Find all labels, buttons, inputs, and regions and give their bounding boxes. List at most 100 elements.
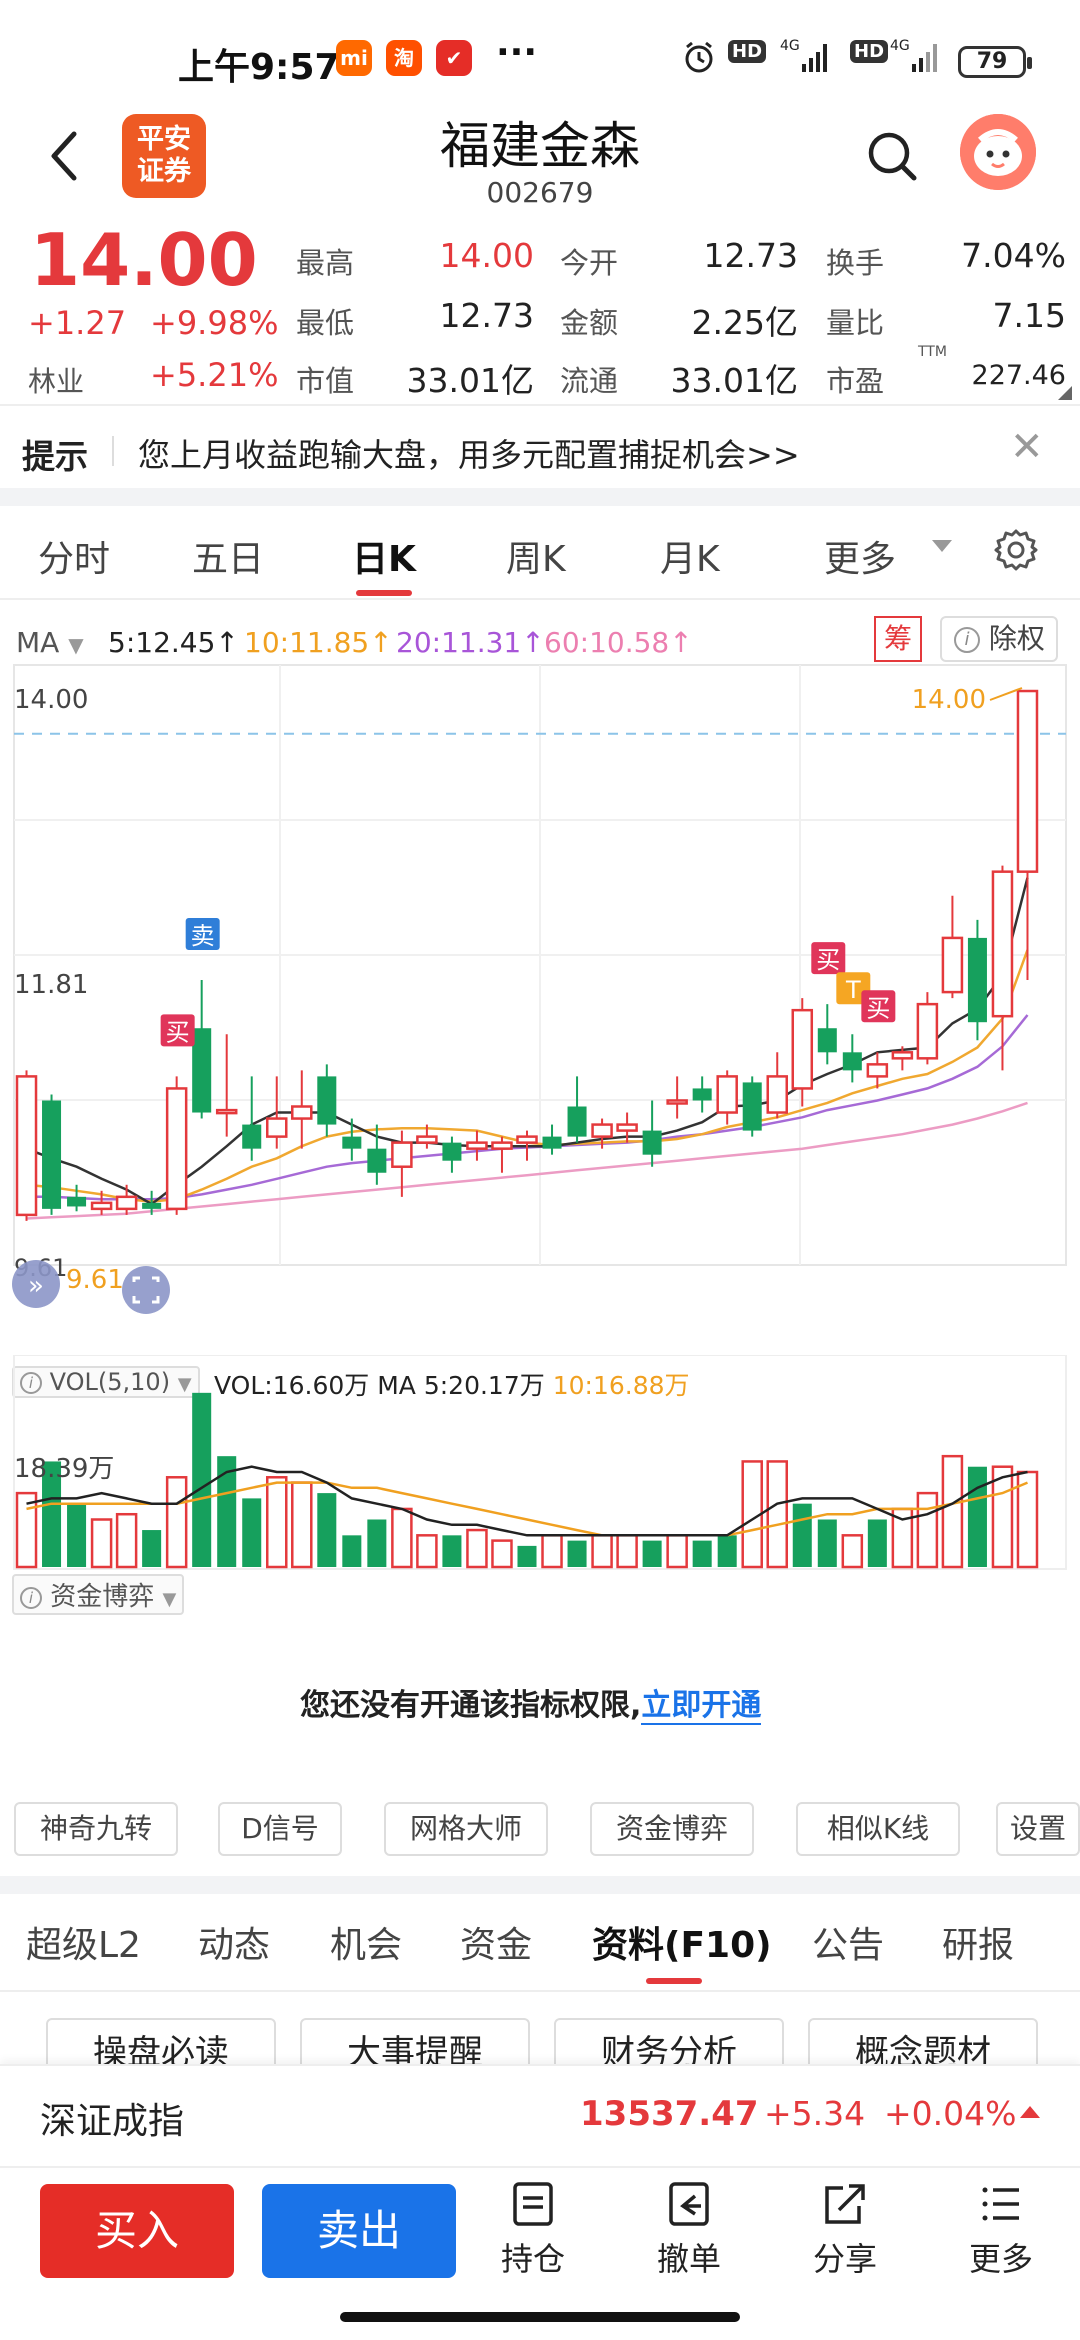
volume-bar [841, 1534, 864, 1569]
stock-code: 002679 [486, 176, 594, 209]
tab-news[interactable]: 动态 [198, 1916, 270, 1968]
chip-distribution-button[interactable]: 筹 [874, 616, 922, 662]
candle-body [991, 870, 1014, 1018]
pe-ttm-superscript: TTM [918, 344, 947, 360]
tab-super-l2[interactable]: 超级L2 [26, 1916, 141, 1968]
tab-monthly-k[interactable]: 月K [660, 530, 720, 582]
index-change-percent: +0.04% [884, 2094, 1017, 2133]
position-icon [513, 2182, 553, 2226]
tab-funds[interactable]: 资金 [460, 1916, 532, 1968]
nav-share[interactable]: 分享 [790, 2180, 900, 2280]
indicator-button-d-signal[interactable]: D信号 [218, 1802, 342, 1856]
hd-icon-2: HD [850, 40, 889, 63]
fund-game-selector[interactable]: i 资金博弈 ▼ [12, 1574, 185, 1615]
sector-change-percent: +5.21% [150, 356, 279, 394]
candlestick-chart[interactable]: 买卖买T买14.0011.819.6114.009.61»2025/09/022… [0, 660, 1080, 1320]
tip-separator [112, 436, 114, 466]
alarm-icon [682, 40, 716, 80]
buy-button[interactable]: 买入 [40, 2184, 234, 2278]
sell-button[interactable]: 卖出 [262, 2184, 456, 2278]
stat-label-float-cap: 流通 [560, 364, 619, 398]
search-icon[interactable] [864, 128, 920, 184]
volume-bar [67, 1503, 87, 1567]
battery-icon: 79 [958, 46, 1032, 78]
candle-body [766, 1075, 789, 1114]
ex-rights-button[interactable]: i 除权 [940, 616, 1058, 662]
candle-body [591, 1123, 613, 1138]
chevron-down-icon[interactable] [932, 540, 952, 552]
chevron-up-icon[interactable] [1020, 2106, 1040, 2118]
nav-cancel-order[interactable]: 撤单 [634, 2180, 744, 2280]
indicator-button-settings[interactable]: 设置 [996, 1802, 1080, 1856]
cancel-order-icon [669, 2182, 709, 2226]
nav-positions[interactable]: 持仓 [478, 2180, 588, 2280]
mi-app-icon: mi [336, 40, 372, 76]
volume-bar [466, 1528, 488, 1569]
candle-body [265, 1117, 288, 1138]
stat-label-high: 最高 [296, 246, 355, 280]
ma20-value: 20:11.31↑ [396, 626, 545, 659]
back-arrow-icon[interactable] [40, 126, 90, 186]
candle-body [742, 1082, 762, 1131]
candle-body [317, 1076, 337, 1125]
activate-link[interactable]: 立即开通 [641, 1688, 762, 1725]
active-tab-indicator [356, 590, 412, 596]
signal-label: 买 [166, 1018, 190, 1046]
volume-bar [642, 1540, 662, 1567]
indicator-button-grid-master[interactable]: 网格大师 [384, 1802, 548, 1856]
indicator-button-similar-k[interactable]: 相似K线 [796, 1802, 960, 1856]
stat-value-open: 12.73 [703, 236, 798, 275]
candle-body [342, 1136, 362, 1149]
close-icon[interactable]: ✕ [1010, 424, 1044, 470]
fund-game-title: 资金博弈 [50, 1582, 155, 1612]
nav-share-label: 分享 [812, 2240, 877, 2278]
tip-text[interactable]: 您上月收益跑输大盘，用多元配置捕捉机会>> [138, 430, 800, 476]
candle-body [916, 1002, 939, 1060]
assistant-avatar[interactable] [960, 114, 1036, 190]
indicator-button-jiuzhuan[interactable]: 神奇九转 [14, 1802, 178, 1856]
candle-body [42, 1100, 62, 1209]
price-change: +1.27 [28, 304, 127, 342]
tab-weekly-k[interactable]: 周K [506, 530, 566, 582]
tab-opportunity[interactable]: 机会 [330, 1916, 402, 1968]
signal-icon: 4G [780, 36, 830, 82]
candle-body [866, 1063, 889, 1078]
volume-bar [517, 1545, 537, 1567]
nav-cancel-order-label: 撤单 [656, 2240, 721, 2278]
tab-five-day[interactable]: 五日 [192, 530, 264, 582]
ma-label[interactable]: MA ▼ [16, 626, 84, 659]
volume-bar [491, 1539, 513, 1569]
tab-daily-k[interactable]: 日K [352, 530, 416, 582]
volume-bar [616, 1534, 638, 1569]
share-icon [825, 2184, 865, 2224]
indicator-button-fund-game[interactable]: 资金博弈 [590, 1802, 754, 1856]
volume-chart[interactable]: 18.39万 [0, 1355, 1080, 1575]
candle-body [941, 936, 964, 994]
index-change: +5.34 [764, 2094, 866, 2133]
volume-bar [291, 1481, 313, 1569]
candle-body [666, 1099, 688, 1105]
candle-body [142, 1202, 162, 1209]
tab-fenshi[interactable]: 分时 [38, 530, 110, 582]
volume-bar [591, 1534, 613, 1569]
tab-research[interactable]: 研报 [942, 1916, 1014, 1968]
more-menu-icon [982, 2187, 1019, 2221]
taobao-app-icon: 淘 [386, 40, 422, 76]
nav-more[interactable]: 更多 [946, 2180, 1056, 2280]
gear-icon[interactable] [994, 528, 1038, 572]
candle-body [516, 1135, 538, 1144]
price-change-percent: +9.98% [150, 304, 279, 342]
candle-body [165, 1087, 188, 1211]
candle-body [90, 1201, 113, 1211]
volume-bar [142, 1530, 162, 1567]
svg-text:4G: 4G [780, 38, 800, 54]
candle-body [817, 1028, 837, 1053]
tab-announcements[interactable]: 公告 [812, 1916, 884, 1968]
sector-name[interactable]: 林业 [28, 360, 84, 400]
high-marker-label: 14.00 [912, 685, 986, 715]
tab-f10[interactable]: 资料(F10) [592, 1916, 772, 1968]
signal-label: 买 [816, 946, 840, 974]
volume-bar [265, 1476, 288, 1569]
tab-more[interactable]: 更多 [824, 530, 896, 582]
expand-stats-icon[interactable] [1058, 386, 1072, 400]
